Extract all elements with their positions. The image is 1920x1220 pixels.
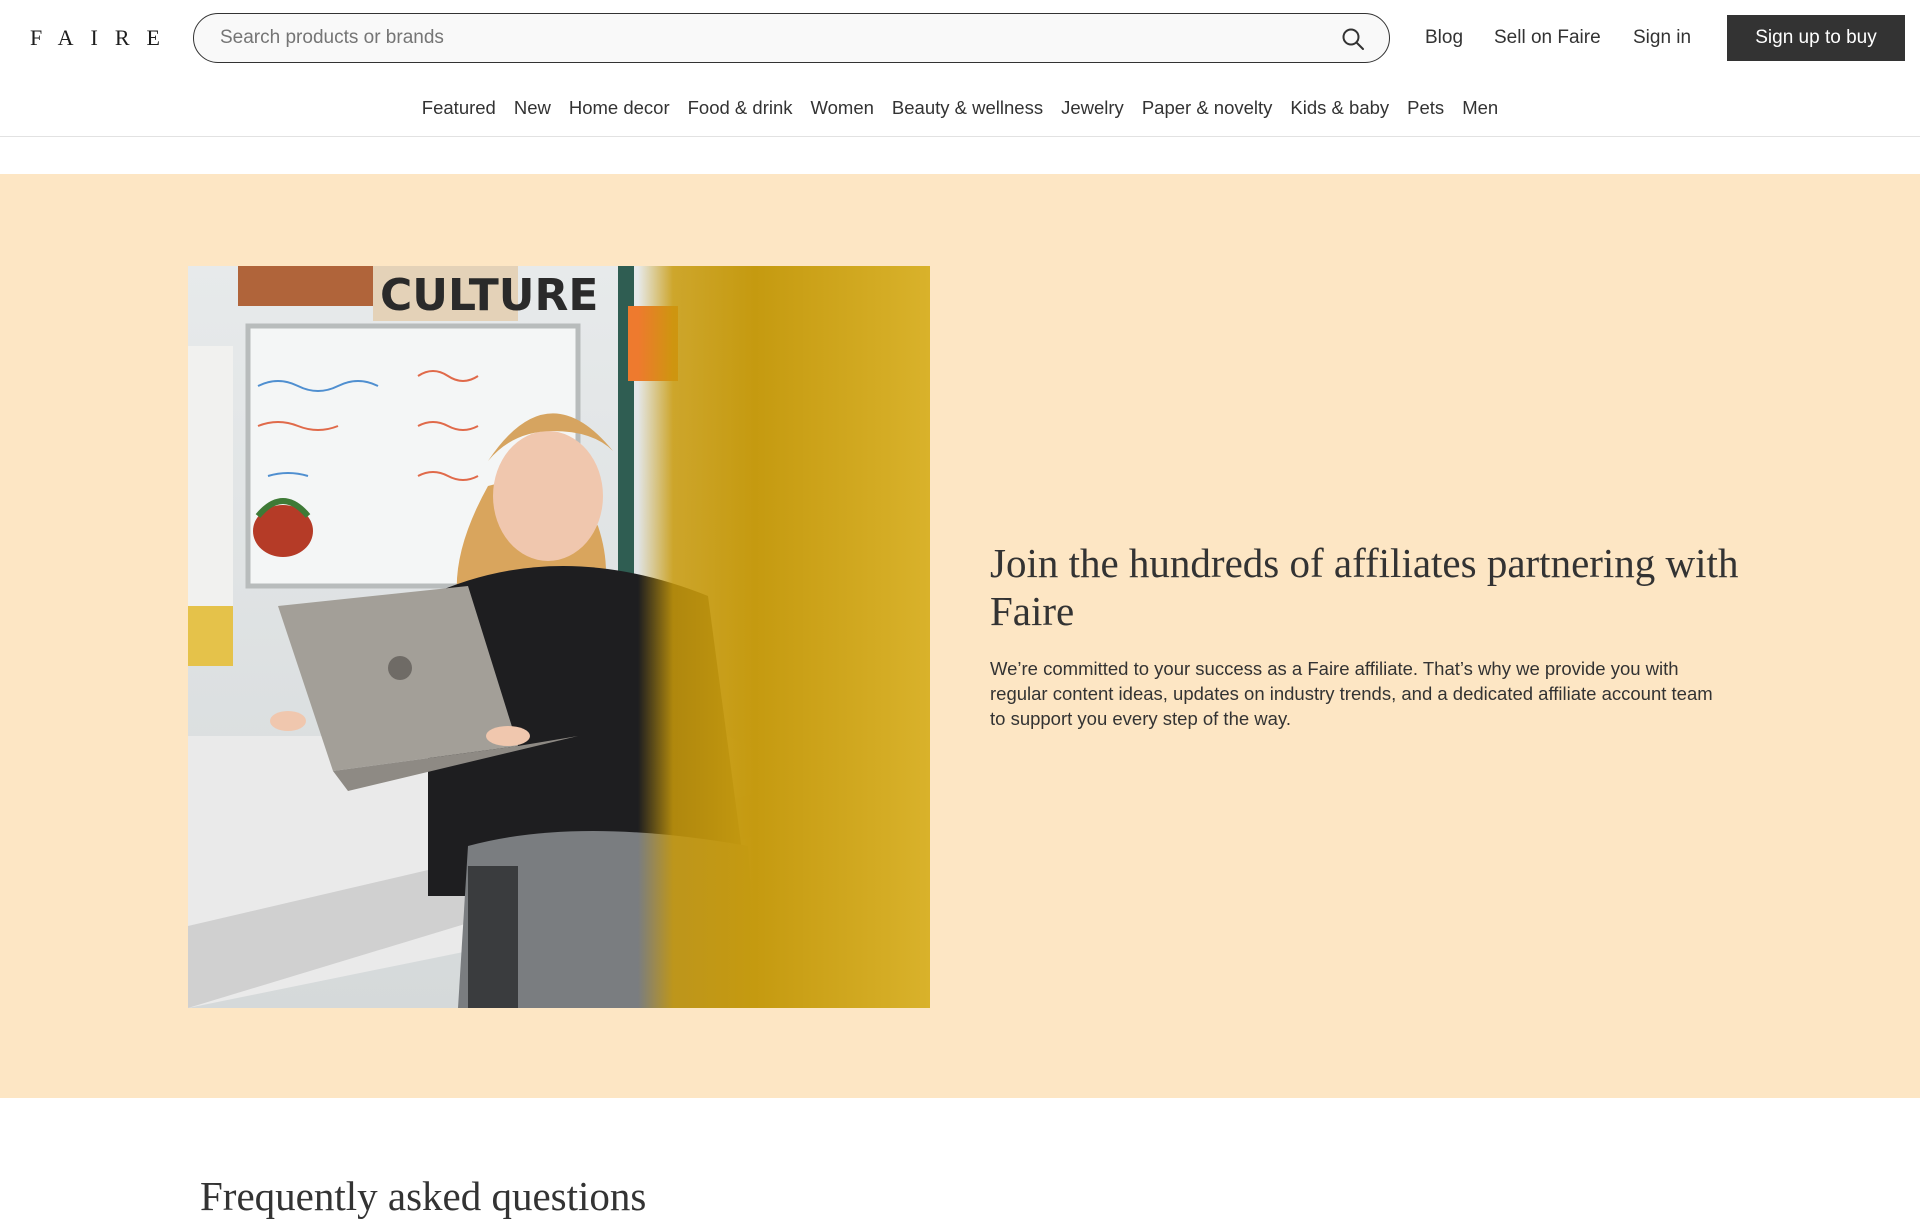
category-women[interactable]: Women (802, 96, 883, 120)
search-input[interactable] (220, 14, 1310, 62)
affiliate-description: We’re committed to your success as a Fai… (990, 658, 1713, 729)
category-men[interactable]: Men (1453, 96, 1507, 120)
affiliate-title: Join the hundreds of affiliates partneri… (990, 540, 1739, 634)
category-featured[interactable]: Featured (413, 96, 505, 120)
category-jewelry[interactable]: Jewelry (1052, 96, 1133, 120)
faire-logo[interactable]: FAIRE (30, 24, 177, 52)
affiliate-section: CULTURE Join the hundreds of affiliates … (0, 174, 1920, 1098)
category-pets[interactable]: Pets (1398, 96, 1453, 120)
category-home-decor[interactable]: Home decor (560, 96, 679, 120)
search-icon[interactable] (1341, 27, 1365, 51)
sell-on-faire-link[interactable]: Sell on Faire (1494, 26, 1601, 50)
faq-title: Frequently asked questions (200, 1173, 647, 1219)
category-kids-baby[interactable]: Kids & baby (1281, 96, 1398, 120)
category-nav: Featured New Home decor Food & drink Wom… (0, 96, 1920, 120)
category-food-drink[interactable]: Food & drink (679, 96, 802, 120)
culture-poster-text: CULTURE (380, 270, 598, 321)
category-beauty-wellness[interactable]: Beauty & wellness (883, 96, 1052, 120)
sign-in-link[interactable]: Sign in (1633, 26, 1691, 50)
site-header: FAIRE Blog Sell on Faire Sign in Sign up… (0, 0, 1920, 137)
blog-link[interactable]: Blog (1425, 26, 1463, 50)
sign-up-to-buy-button[interactable]: Sign up to buy (1727, 15, 1905, 61)
category-new[interactable]: New (505, 96, 560, 120)
category-paper-novelty[interactable]: Paper & novelty (1133, 96, 1282, 120)
affiliate-photo: CULTURE (188, 266, 930, 1008)
search-bar[interactable] (193, 13, 1390, 63)
